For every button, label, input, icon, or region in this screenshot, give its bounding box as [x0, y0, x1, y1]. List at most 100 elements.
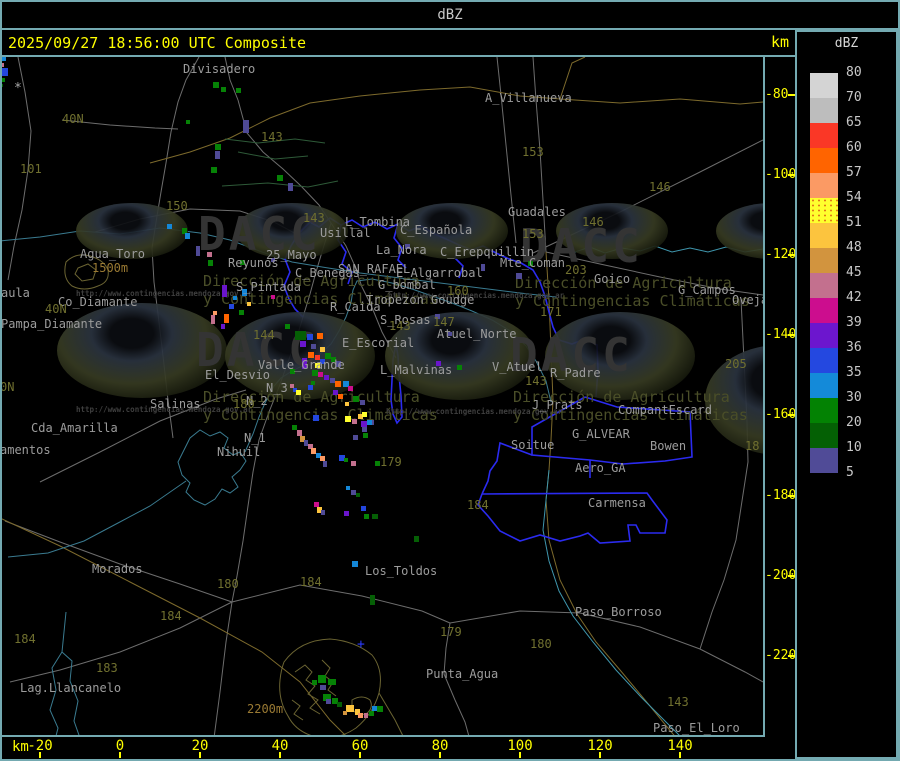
place-label: Aero_GA — [575, 461, 626, 475]
place-label: N_1 — [244, 431, 266, 445]
place-label: L_Malvinas — [380, 363, 453, 377]
radar-app-window: dBZ 2025/09/27 18:56:00 UTC Composite km — [0, 0, 900, 761]
legend-color-block — [810, 223, 838, 248]
place-label: G_bombal — [378, 278, 436, 292]
x-axis-tick — [439, 752, 441, 758]
route-number-label: 153 — [522, 145, 544, 159]
place-label: Lag.Llancanelo — [20, 681, 122, 695]
legend-value-label: 57 — [846, 165, 862, 180]
place-label: Divisadero — [183, 62, 256, 76]
place-label: El_Desvio — [205, 368, 271, 382]
route-number-label: 183 — [96, 661, 118, 675]
place-label: Agua_Toro — [80, 247, 146, 261]
legend-value-label: 80 — [846, 65, 862, 80]
place-label: S_Pintada — [236, 280, 302, 294]
legend-color-block — [810, 398, 838, 423]
place-label: Paso_El_Loro — [653, 721, 740, 735]
route-number-label: 143 — [389, 319, 411, 333]
legend-value-label: 60 — [846, 140, 862, 155]
place-label: Punta_Agua — [426, 667, 499, 681]
place-label: J_Prats — [532, 398, 583, 412]
info-bar: 2025/09/27 18:56:00 UTC Composite km — [2, 30, 795, 57]
route-number-label: 180 — [530, 637, 552, 651]
map-marker: + — [357, 637, 365, 652]
legend-value-label: 39 — [846, 315, 862, 330]
place-label: Reyunos — [228, 256, 279, 270]
route-number-label: 0N — [2, 380, 15, 394]
place-label: Guadales — [508, 205, 566, 219]
place-label: CompantEscard — [618, 403, 712, 417]
place-label: Los_Toldos — [365, 564, 438, 578]
x-axis-tick — [599, 752, 601, 758]
route-number-label: 40N — [45, 302, 67, 316]
x-axis-tick — [279, 752, 281, 758]
radar-map-canvas[interactable]: DACC DACC DACC DACC Dirección de Agricultura… — [2, 57, 765, 737]
legend-color-block — [810, 323, 838, 348]
x-axis-tick — [199, 752, 201, 758]
legend-value-label: 5 — [846, 465, 854, 480]
route-number-label: 146 — [582, 215, 604, 229]
place-label: Valle_Grande — [258, 358, 345, 372]
legend-color-block — [810, 273, 838, 298]
legend-color-block — [810, 423, 838, 448]
legend-color-block — [810, 98, 838, 123]
place-label: A_Villanueva — [485, 91, 572, 105]
place-label: Nihuil — [217, 445, 261, 459]
map-label-layer: Divisadero A_Villanueva Guadales L_Tombina U… — [2, 57, 763, 735]
y-axis-tick — [788, 655, 795, 657]
legend-panel: dBZ 80 70 65 60 57 54 51 48 45 42 39 36 35 30 20 10 5 — [795, 30, 898, 759]
route-number-label: 184 — [160, 609, 182, 623]
route-number-label: 143 — [261, 130, 283, 144]
y-axis-tick — [788, 94, 795, 96]
route-number-label: 205 — [725, 357, 747, 371]
x-axis-tick — [359, 752, 361, 758]
route-number-label: 203 — [565, 263, 587, 277]
route-number-label: 184 — [300, 575, 322, 589]
route-number-label: 180 — [233, 397, 255, 411]
route-number-label: 180 — [217, 577, 239, 591]
map-marker: * — [14, 81, 22, 96]
place-label: La_Nora — [376, 243, 427, 257]
route-number-label: 184 — [467, 498, 489, 512]
route-number-label: 171 — [540, 305, 562, 319]
legend-color-block — [810, 248, 838, 273]
legend-value-label: 54 — [846, 190, 862, 205]
place-label: aula — [2, 286, 30, 300]
legend-color-block — [810, 173, 838, 198]
legend-value-label: 51 — [846, 215, 862, 230]
route-number-label: 153 — [522, 227, 544, 241]
place-label: G_Campos — [678, 283, 736, 297]
place-label: G_ALVEAR — [572, 427, 630, 441]
route-number-label: 179 — [380, 455, 402, 469]
x-axis-tick — [119, 752, 121, 758]
legend-color-block — [810, 373, 838, 398]
legend-color-block — [810, 348, 838, 373]
legend-color-block — [810, 73, 838, 98]
timestamp-label: 2025/09/27 18:56:00 UTC Composite — [8, 34, 307, 52]
place-label: Soitue — [511, 438, 555, 452]
route-number-label: 144 — [253, 328, 275, 342]
legend-value-label: 70 — [846, 90, 862, 105]
contour-elevation-label: 2200m — [247, 702, 284, 716]
place-label: R_Caida — [330, 300, 381, 314]
legend-color-block — [810, 298, 838, 323]
route-number-label: 184 — [14, 632, 36, 646]
place-label: Bowen — [650, 439, 687, 453]
route-number-label: 179 — [440, 625, 462, 639]
place-label: C_Española — [400, 223, 473, 237]
route-number-label: 143 — [667, 695, 689, 709]
y-axis-tick — [788, 575, 795, 577]
y-axis: -80 -100 -120 -140 -160 -180 -200 -220 — [765, 57, 796, 737]
y-axis-tick — [788, 414, 795, 416]
place-label: V_Atuel — [492, 360, 543, 374]
place-label: Goico — [594, 272, 631, 286]
x-axis-tick — [519, 752, 521, 758]
place-label: Salinas — [150, 397, 201, 411]
title-bar: dBZ — [2, 2, 898, 30]
y-axis-tick-label: -80 — [765, 87, 789, 102]
route-number-label: 160 — [447, 284, 469, 298]
km-unit-label: km — [771, 33, 790, 51]
legend-value-label: 42 — [846, 290, 862, 305]
legend-value-label: 65 — [846, 115, 862, 130]
x-axis-tick — [39, 752, 41, 758]
